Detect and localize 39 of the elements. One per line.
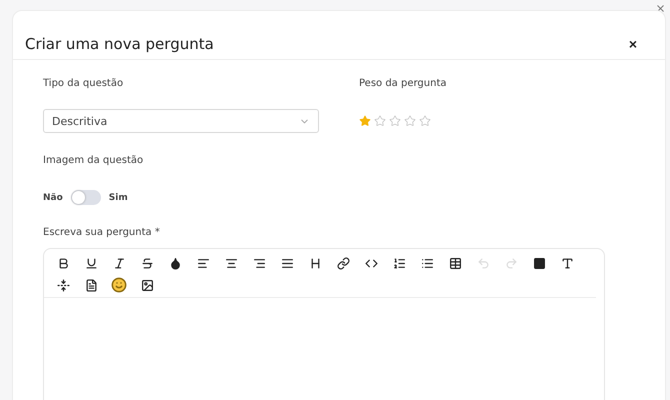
field-label: Imagem da questão [43, 155, 144, 166]
star-icon[interactable] [404, 115, 416, 127]
font-icon [560, 256, 574, 270]
star-icon[interactable] [389, 115, 401, 127]
redo-icon [504, 256, 518, 270]
align-right-icon [252, 256, 266, 270]
star-icon[interactable] [359, 115, 371, 127]
bold-icon [56, 256, 70, 270]
close-button[interactable]: × [626, 36, 639, 52]
align-left-icon [196, 256, 210, 270]
field-label: Peso da pergunta [359, 78, 448, 89]
bullet-list-icon [420, 256, 434, 270]
file-icon [84, 278, 98, 292]
link-icon [336, 256, 350, 270]
undo-icon [476, 256, 490, 270]
smiley-icon [111, 277, 127, 293]
field-label: Escreva sua pergunta * [43, 227, 161, 238]
heading-icon [308, 256, 322, 270]
droplet-icon [168, 256, 182, 270]
toggle-switch[interactable] [70, 190, 101, 205]
square-icon [532, 256, 546, 270]
table-icon [448, 256, 462, 270]
star-icon[interactable] [374, 115, 386, 127]
toggle-label: Sim [108, 192, 128, 202]
toggle-label: Não [43, 192, 63, 202]
italic-icon [112, 256, 126, 270]
image-icon [140, 278, 154, 292]
field-label: Tipo da questão [43, 78, 124, 89]
underline-icon [84, 256, 98, 270]
line-height-icon [56, 278, 70, 292]
star-icon[interactable] [419, 115, 431, 127]
type-select[interactable]: Descritiva [43, 109, 319, 133]
ordered-list-icon [392, 256, 406, 270]
strikethrough-icon [140, 256, 154, 270]
select-value: Descritiva [52, 114, 108, 128]
dialog-title: Criar uma nova pergunta [25, 35, 214, 53]
align-justify-icon [280, 256, 294, 270]
align-center-icon [224, 256, 238, 270]
code-icon [364, 256, 378, 270]
